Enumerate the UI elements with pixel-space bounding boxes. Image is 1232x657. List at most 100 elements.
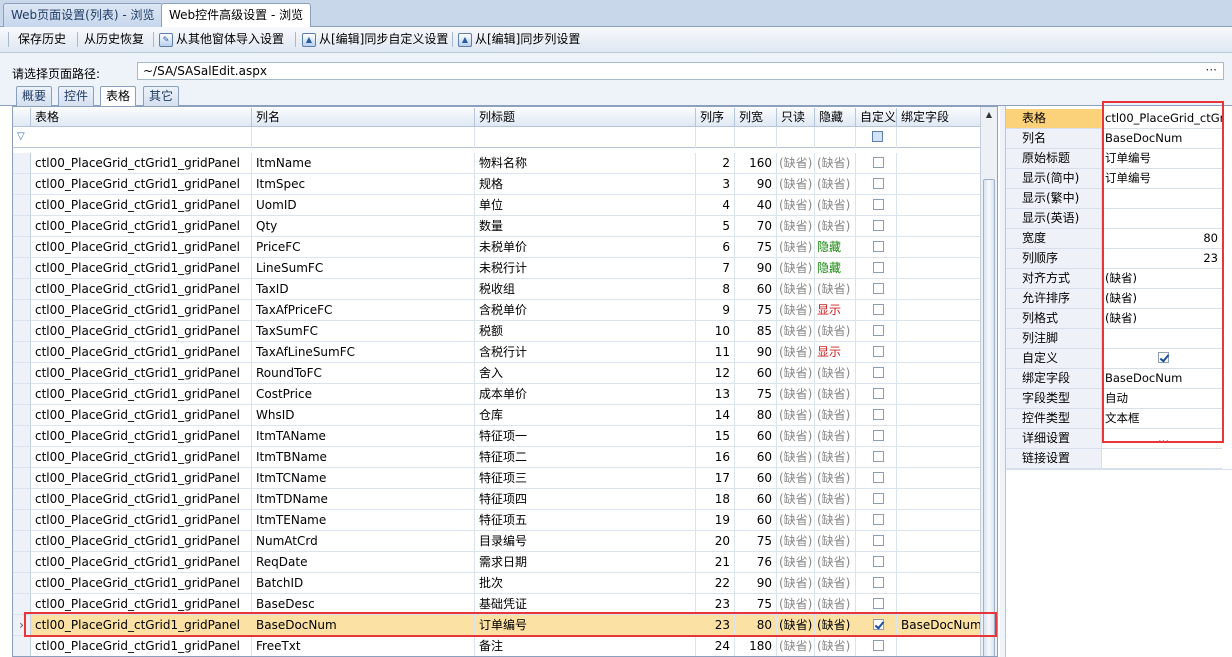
cell-table[interactable]: ctl00_PlaceGrid_ctGrid1_gridPanel [31, 510, 252, 531]
cell-name[interactable]: FreeTxt [252, 636, 475, 656]
prop-value[interactable]: ctl00_PlaceGrid_ctGrid1 [1102, 109, 1222, 129]
col-header-readonly[interactable]: 只读 [777, 108, 815, 127]
cell-width[interactable]: 90 [735, 174, 777, 195]
cell-readonly[interactable]: (缺省) [777, 489, 815, 510]
cell-readonly[interactable]: (缺省) [777, 384, 815, 405]
cell-bind[interactable] [897, 195, 993, 216]
cell-custom[interactable] [856, 573, 897, 594]
cell-bind[interactable] [897, 552, 993, 573]
cell-order[interactable]: 6 [696, 237, 735, 258]
cell-name[interactable]: TaxAfPriceFC [252, 300, 475, 321]
cell-width[interactable]: 160 [735, 153, 777, 174]
cell-readonly[interactable]: (缺省) [777, 426, 815, 447]
cell-custom[interactable] [856, 363, 897, 384]
cell-custom[interactable] [856, 594, 897, 615]
prop-value[interactable]: (缺省) [1102, 269, 1222, 289]
cell-table[interactable]: ctl00_PlaceGrid_ctGrid1_gridPanel [31, 384, 252, 405]
cell-order[interactable]: 19 [696, 510, 735, 531]
col-header-bind[interactable]: 绑定字段 [897, 108, 993, 127]
cell-table[interactable]: ctl00_PlaceGrid_ctGrid1_gridPanel [31, 531, 252, 552]
checkbox-icon[interactable] [872, 388, 884, 399]
cell-bind[interactable] [897, 384, 993, 405]
cell-width[interactable]: 40 [735, 195, 777, 216]
tab-controls[interactable]: 控件 [58, 86, 95, 106]
row-indicator[interactable] [13, 174, 31, 195]
prop-value[interactable]: BaseDocNum [1102, 369, 1222, 389]
cell-name[interactable]: LineSumFC [252, 258, 475, 279]
row-indicator[interactable] [13, 195, 31, 216]
cell-order[interactable]: 15 [696, 426, 735, 447]
checkbox-icon[interactable] [872, 640, 884, 651]
row-indicator[interactable] [13, 321, 31, 342]
cell-bind[interactable] [897, 321, 993, 342]
cell-readonly[interactable]: (缺省) [777, 258, 815, 279]
cell-name[interactable]: PriceFC [252, 237, 475, 258]
checkbox-icon[interactable] [872, 157, 884, 168]
cell-name[interactable]: WhsID [252, 405, 475, 426]
cell-title[interactable]: 特征项二 [475, 447, 696, 468]
cell-name[interactable]: BaseDesc [252, 594, 475, 615]
filter-icon[interactable]: ▽ [17, 131, 25, 142]
cell-table[interactable]: ctl00_PlaceGrid_ctGrid1_gridPanel [31, 321, 252, 342]
col-header-hidden[interactable]: 隐藏 [815, 108, 856, 127]
cell-table[interactable]: ctl00_PlaceGrid_ctGrid1_gridPanel [31, 216, 252, 237]
cell-order[interactable]: 7 [696, 258, 735, 279]
prop-value[interactable]: BaseDocNum [1102, 129, 1222, 149]
cell-order[interactable]: 3 [696, 174, 735, 195]
cell-name[interactable]: TaxAfLineSumFC [252, 342, 475, 363]
cell-order[interactable]: 21 [696, 552, 735, 573]
cell-title[interactable]: 含税行计 [475, 342, 696, 363]
checkbox-icon[interactable] [872, 199, 884, 210]
row-indicator[interactable] [13, 636, 31, 656]
cell-bind[interactable] [897, 300, 993, 321]
cell-hidden[interactable]: (缺省) [815, 426, 856, 447]
cell-order[interactable]: 24 [696, 636, 735, 656]
cell-order[interactable]: 20 [696, 531, 735, 552]
cell-bind[interactable] [897, 363, 993, 384]
cell-readonly[interactable]: (缺省) [777, 468, 815, 489]
cell-readonly[interactable]: (缺省) [777, 195, 815, 216]
cell-width[interactable]: 90 [735, 342, 777, 363]
cell-custom[interactable] [856, 426, 897, 447]
cell-table[interactable]: ctl00_PlaceGrid_ctGrid1_gridPanel [31, 615, 252, 636]
col-header-custom[interactable]: 自定义 [856, 108, 897, 127]
cell-table[interactable]: ctl00_PlaceGrid_ctGrid1_gridPanel [31, 363, 252, 384]
cell-title[interactable]: 规格 [475, 174, 696, 195]
cell-hidden[interactable]: (缺省) [815, 531, 856, 552]
sync-columns-button[interactable]: ▲ 从[编辑]同步列设置 [458, 30, 580, 49]
cell-custom[interactable] [856, 636, 897, 656]
cell-bind[interactable]: BaseDocNum [897, 615, 993, 636]
checkbox-icon[interactable] [872, 220, 884, 231]
cell-bind[interactable] [897, 174, 993, 195]
cell-hidden[interactable]: (缺省) [815, 195, 856, 216]
cell-table[interactable]: ctl00_PlaceGrid_ctGrid1_gridPanel [31, 279, 252, 300]
cell-width[interactable]: 85 [735, 321, 777, 342]
cell-hidden[interactable]: (缺省) [815, 447, 856, 468]
cell-bind[interactable] [897, 258, 993, 279]
checked-checkbox-icon[interactable] [1158, 352, 1169, 363]
cell-width[interactable]: 80 [735, 405, 777, 426]
cell-title[interactable]: 特征项四 [475, 489, 696, 510]
cell-table[interactable]: ctl00_PlaceGrid_ctGrid1_gridPanel [31, 153, 252, 174]
cell-order[interactable]: 10 [696, 321, 735, 342]
cell-hidden[interactable]: (缺省) [815, 405, 856, 426]
cell-readonly[interactable]: (缺省) [777, 342, 815, 363]
cell-hidden[interactable]: (缺省) [815, 468, 856, 489]
cell-table[interactable]: ctl00_PlaceGrid_ctGrid1_gridPanel [31, 573, 252, 594]
cell-order[interactable]: 4 [696, 195, 735, 216]
cell-hidden[interactable]: (缺省) [815, 363, 856, 384]
row-indicator[interactable]: › [13, 615, 31, 636]
cell-hidden[interactable]: (缺省) [815, 489, 856, 510]
cell-name[interactable]: UomID [252, 195, 475, 216]
cell-readonly[interactable]: (缺省) [777, 174, 815, 195]
cell-order[interactable]: 23 [696, 615, 735, 636]
cell-table[interactable]: ctl00_PlaceGrid_ctGrid1_gridPanel [31, 594, 252, 615]
checkbox-icon[interactable] [872, 178, 884, 189]
cell-custom[interactable] [856, 468, 897, 489]
cell-readonly[interactable]: (缺省) [777, 636, 815, 656]
row-indicator[interactable] [13, 594, 31, 615]
cell-order[interactable]: 2 [696, 153, 735, 174]
cell-order[interactable]: 17 [696, 468, 735, 489]
cell-bind[interactable] [897, 426, 993, 447]
cell-title[interactable]: 数量 [475, 216, 696, 237]
